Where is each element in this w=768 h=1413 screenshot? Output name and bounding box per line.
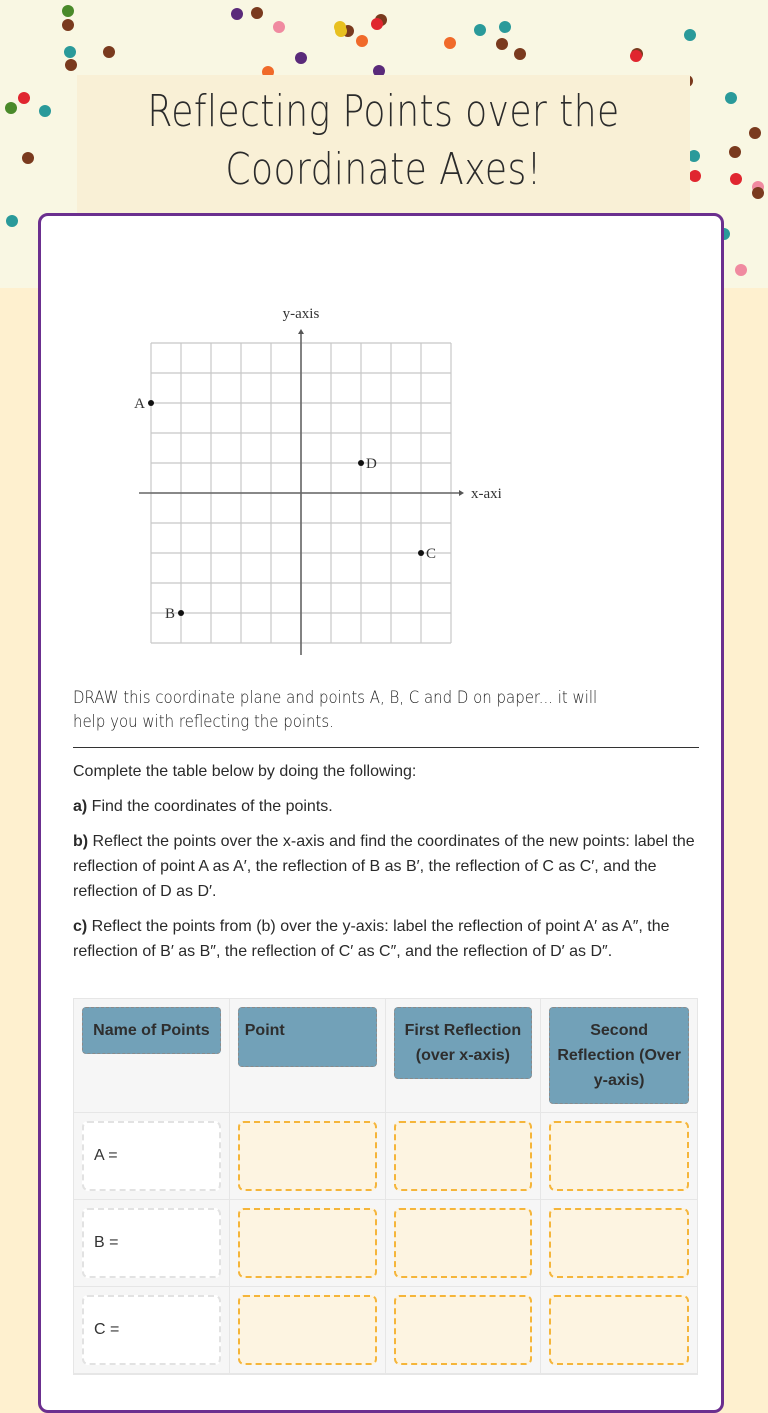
second-reflection-a-input[interactable] [549, 1121, 689, 1191]
divider [73, 747, 699, 748]
polka-dot [5, 102, 17, 114]
second-reflection-b-input[interactable] [549, 1208, 689, 1278]
polka-dot [64, 46, 76, 58]
polka-dot [18, 92, 30, 104]
polka-dot [334, 21, 346, 33]
point-label-b: B [165, 606, 175, 622]
header-name-of-points: Name of Points [82, 1007, 221, 1054]
polka-dot [273, 21, 285, 33]
polka-dot [752, 187, 764, 199]
x-axis-arrow-icon [459, 490, 464, 496]
point-b [178, 610, 184, 616]
header-second-reflection: Second Reflection (Over y-axis) [549, 1007, 689, 1104]
polka-dot [62, 19, 74, 31]
first-reflection-c-input[interactable] [393, 1295, 533, 1365]
title-banner: Reflecting Points over the Coordinate Ax… [77, 75, 690, 215]
point-c [418, 550, 424, 556]
point-name-c: C = [82, 1295, 221, 1365]
step-c-text: Reflect the points from (b) over the y-a… [73, 918, 670, 960]
instructions: Complete the table below by doing the fo… [73, 759, 703, 974]
point-b-input[interactable] [237, 1208, 377, 1278]
header-point: Point [237, 1007, 377, 1067]
step-a-text: Find the coordinates of the points. [87, 798, 333, 815]
polka-dot [356, 35, 368, 47]
y-axis-label: y-axis [283, 306, 320, 322]
polka-dot [103, 46, 115, 58]
point-c-input[interactable] [237, 1295, 377, 1365]
x-axis-label: x-axis [471, 486, 501, 502]
polka-dot [444, 37, 456, 49]
polka-dot [22, 152, 34, 164]
step-a-label: a) [73, 798, 88, 815]
header-first-reflection: First Reflection (over x-axis) [393, 1007, 533, 1079]
reflection-table: Name of Points Point First Reflection (o… [73, 998, 698, 1375]
polka-dot [65, 59, 77, 71]
polka-dot [735, 264, 747, 276]
polka-dot [730, 173, 742, 185]
point-name-b: B = [82, 1208, 221, 1278]
step-c-label: c) [73, 918, 88, 935]
y-axis-arrow-icon [298, 329, 304, 334]
polka-dot [749, 127, 761, 139]
polka-dot [62, 5, 74, 17]
point-a-input[interactable] [237, 1121, 377, 1191]
table-header-row: Name of Points Point First Reflection (o… [74, 999, 697, 1113]
title-line-1: Reflecting Points over the [147, 86, 620, 137]
polka-dot [689, 170, 701, 182]
polka-dot [514, 48, 526, 60]
polka-dot [39, 105, 51, 117]
step-b-text: Reflect the points over the x-axis and f… [73, 833, 695, 900]
worksheet-card: x-axis y-axis A B C D DRAW this coordinate p… [38, 213, 724, 1413]
polka-dot [725, 92, 737, 104]
polka-dot [630, 50, 642, 62]
point-label-a: A [134, 396, 145, 412]
second-reflection-c-input[interactable] [549, 1295, 689, 1365]
polka-dot [251, 7, 263, 19]
table-row: A = [74, 1113, 697, 1200]
polka-dot [499, 21, 511, 33]
step-b-label: b) [73, 833, 89, 850]
step-a: a) Find the coordinates of the points. [73, 794, 703, 819]
point-label-d: D [366, 456, 377, 472]
polka-dot [231, 8, 243, 20]
draw-instruction: DRAW this coordinate plane and points A,… [73, 688, 598, 732]
polka-dot [684, 29, 696, 41]
table-row: C = [74, 1287, 697, 1374]
step-b: b) Reflect the points over the x-axis an… [73, 829, 703, 904]
polka-dot [474, 24, 486, 36]
point-d [358, 460, 364, 466]
polka-dot [295, 52, 307, 64]
polka-dot [729, 146, 741, 158]
point-label-c: C [426, 546, 436, 562]
title-line-2: Coordinate Axes! [225, 144, 542, 195]
coordinate-plane: x-axis y-axis A B C D [134, 306, 501, 655]
instructions-intro: Complete the table below by doing the fo… [73, 763, 417, 780]
polka-dot [6, 215, 18, 227]
point-name-a: A = [82, 1121, 221, 1191]
page-title: Reflecting Points over the Coordinate Ax… [132, 75, 635, 199]
point-a [148, 400, 154, 406]
polka-dot [496, 38, 508, 50]
first-reflection-a-input[interactable] [393, 1121, 533, 1191]
first-reflection-b-input[interactable] [393, 1208, 533, 1278]
axes: x-axis y-axis [139, 306, 501, 655]
table-row: B = [74, 1200, 697, 1287]
polka-dot [371, 18, 383, 30]
step-c: c) Reflect the points from (b) over the … [73, 914, 703, 964]
